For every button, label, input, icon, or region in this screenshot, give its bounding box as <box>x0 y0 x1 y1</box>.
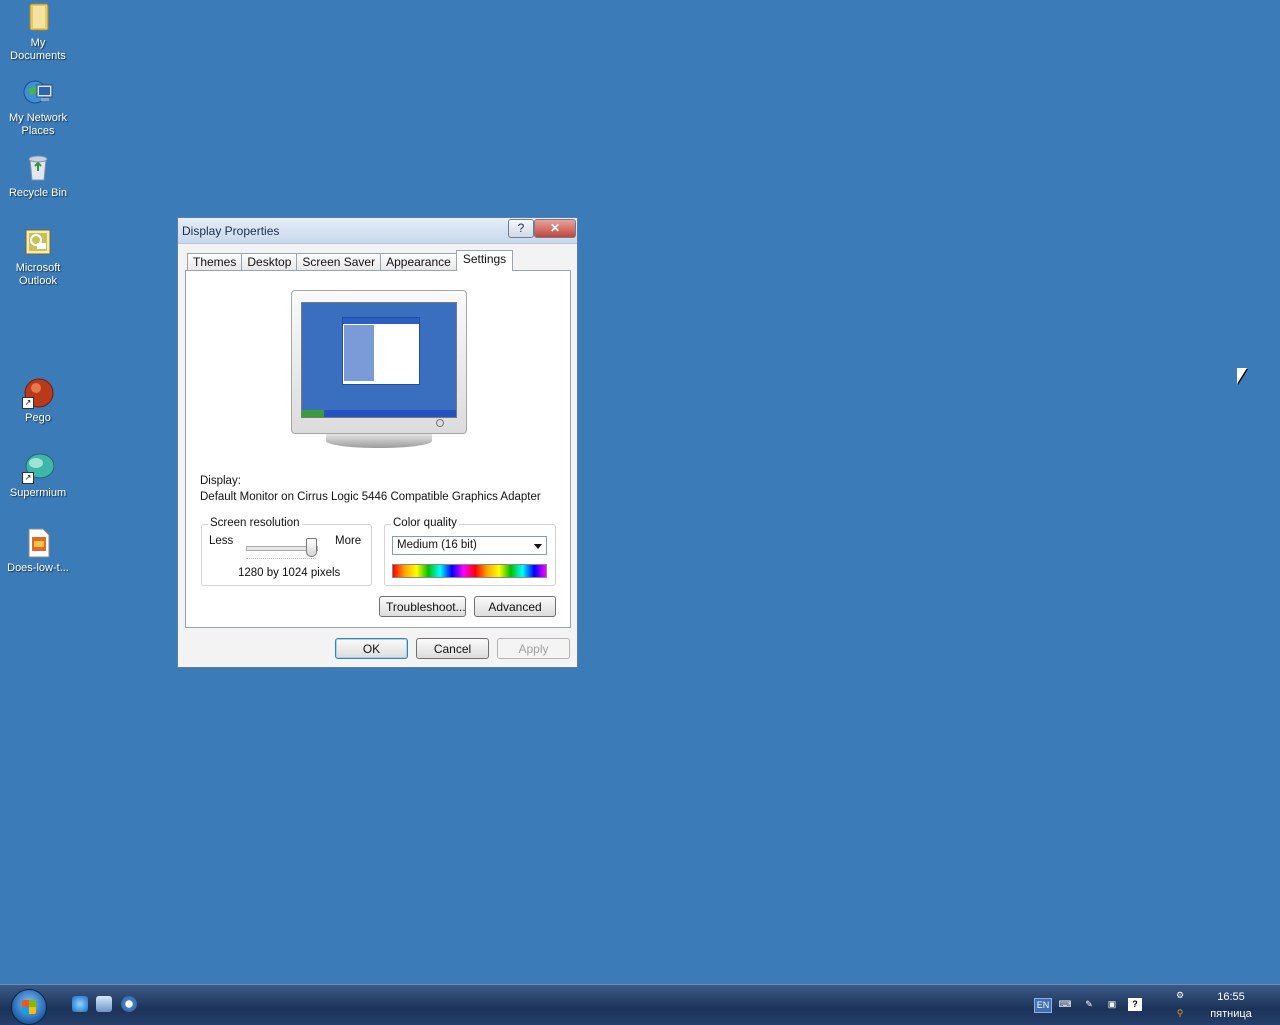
tab-settings[interactable]: Settings <box>455 250 514 271</box>
resolution-less-label: Less <box>209 535 234 547</box>
shortcut-arrow-icon: ↗ <box>22 472 34 484</box>
supermium-icon: ↗ <box>22 452 55 484</box>
title-bar[interactable]: Display Properties ? ✕ <box>178 218 577 244</box>
clock-time: 16:55 <box>1217 991 1245 1003</box>
slider-ticks <box>246 558 316 562</box>
network-globe-icon <box>22 77 54 109</box>
language-indicator[interactable]: EN <box>1034 998 1052 1013</box>
dialog-body: Themes Desktop Screen Saver Appearance S… <box>178 244 577 667</box>
monitor-stand <box>326 434 432 448</box>
desktop-icon-label: My Network Places <box>8 112 68 137</box>
desktop-icon-my-network-places[interactable]: My Network Places <box>0 77 76 138</box>
desktop-icon-supermium[interactable]: ↗ Supermium <box>0 452 76 500</box>
color-quality-value: Medium (16 bit) <box>397 539 477 551</box>
desktop-icon-label: Does-low-t... <box>7 562 69 574</box>
desktop-icon-does-low-t[interactable]: Does-low-t... <box>0 527 76 575</box>
network-tray-icon[interactable]: ⚙ <box>1173 989 1187 1002</box>
taskbar-clock[interactable]: 16:55 пятница <box>1200 989 1262 1023</box>
screen-resolution-title: Screen resolution <box>208 517 302 529</box>
clock-day: пятница <box>1210 1008 1252 1020</box>
desktop-icon-label: Recycle Bin <box>8 187 68 199</box>
desktop-icon-label: Pego <box>25 412 51 424</box>
color-quality-group: Color quality Medium (16 bit) <box>384 517 556 586</box>
desktop-icon-label: My Documents <box>10 37 66 62</box>
show-desktop-icon[interactable] <box>96 996 112 1012</box>
monitor-preview <box>291 290 467 434</box>
start-button[interactable] <box>11 989 47 1025</box>
tab-screen-saver[interactable]: Screen Saver <box>296 253 382 271</box>
preview-start-button <box>302 410 324 417</box>
resolution-more-label: More <box>335 535 362 547</box>
display-properties-window: Display Properties ? ✕ Themes Desktop Sc… <box>177 217 578 668</box>
cancel-button[interactable]: Cancel <box>416 638 489 659</box>
shortcut-arrow-icon: ↗ <box>22 397 34 409</box>
recycle-bin-icon <box>22 152 54 184</box>
color-quality-title: Color quality <box>391 517 459 529</box>
resolution-slider-thumb[interactable] <box>306 538 317 557</box>
outlook-icon <box>22 227 54 259</box>
advanced-button[interactable]: Advanced <box>474 596 556 617</box>
pen-icon[interactable]: ✎ <box>1082 998 1096 1011</box>
tab-appearance[interactable]: Appearance <box>380 253 457 271</box>
media-player-icon[interactable] <box>121 996 137 1012</box>
desktop-icon-pego[interactable]: ↗ Pego <box>0 377 76 425</box>
close-button[interactable]: ✕ <box>534 219 576 238</box>
display-label: Display: <box>200 475 241 487</box>
network-monitor-icon[interactable]: ▣ <box>1105 998 1119 1011</box>
desktop-icon-microsoft-outlook[interactable]: Microsoft Outlook <box>0 227 76 288</box>
internet-explorer-icon[interactable] <box>72 996 88 1012</box>
display-adapter-text: Default Monitor on Cirrus Logic 5446 Com… <box>200 491 541 503</box>
color-spectrum-bar <box>392 564 547 578</box>
apply-button[interactable]: Apply <box>497 638 570 659</box>
desktop-icon-label: Microsoft Outlook <box>15 262 61 287</box>
tab-themes[interactable]: Themes <box>187 253 243 271</box>
windows-logo-icon <box>22 1000 36 1014</box>
folder-icon <box>22 2 54 34</box>
file-icon <box>22 527 54 559</box>
keyboard-icon[interactable]: ⌨ <box>1058 998 1072 1011</box>
taskbar: EN ⌨ ✎ ▣ ? ⚙ ⚲ 16:55 пятница <box>0 984 1280 1025</box>
mouse-cursor-icon <box>1237 368 1247 384</box>
monitor-screen <box>301 302 457 418</box>
resolution-value: 1280 by 1024 pixels <box>238 567 341 579</box>
chevron-down-icon <box>534 544 542 549</box>
help-icon[interactable]: ? <box>1128 998 1142 1011</box>
desktop-icon-my-documents[interactable]: My Documents <box>0 2 76 63</box>
preview-taskbar <box>302 410 456 417</box>
pego-icon: ↗ <box>22 377 54 409</box>
window-title: Display Properties <box>182 224 280 238</box>
help-button[interactable]: ? <box>508 219 534 238</box>
preview-window <box>342 317 420 385</box>
screen-resolution-group: Screen resolution Less More 1280 by 1024… <box>201 517 372 586</box>
desktop-icon-label: Supermium <box>9 487 67 499</box>
power-button-icon <box>436 419 444 427</box>
ok-button[interactable]: OK <box>335 638 408 659</box>
settings-tab-page: Display: Default Monitor on Cirrus Logic… <box>185 270 571 628</box>
tab-strip: Themes Desktop Screen Saver Appearance S… <box>187 250 514 271</box>
desktop-icon-recycle-bin[interactable]: Recycle Bin <box>0 152 76 200</box>
troubleshoot-button[interactable]: Troubleshoot... <box>379 596 466 617</box>
color-quality-select[interactable]: Medium (16 bit) <box>392 536 547 555</box>
search-icon[interactable]: ⚲ <box>1173 1007 1187 1020</box>
tab-desktop[interactable]: Desktop <box>241 253 298 271</box>
